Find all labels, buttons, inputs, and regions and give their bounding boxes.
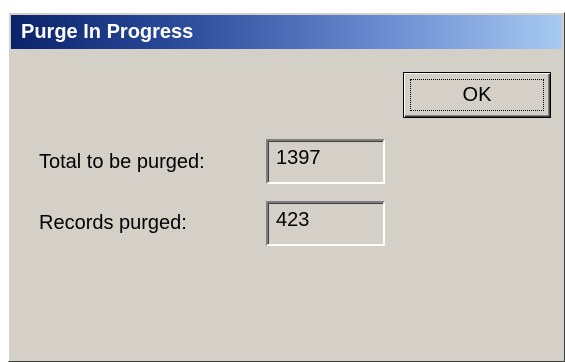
title-bar[interactable]: Purge In Progress	[11, 15, 562, 49]
ok-button-label: OK	[410, 79, 544, 111]
records-purged-label: Records purged:	[39, 212, 187, 234]
total-to-be-purged-label: Total to be purged:	[39, 151, 205, 173]
window-title: Purge In Progress	[21, 21, 194, 43]
records-purged-value: 423	[266, 201, 385, 246]
total-to-be-purged-value: 1397	[266, 139, 385, 184]
purge-dialog: Purge In Progress OK Total to be purged:…	[8, 12, 565, 362]
ok-button[interactable]: OK	[403, 72, 551, 118]
